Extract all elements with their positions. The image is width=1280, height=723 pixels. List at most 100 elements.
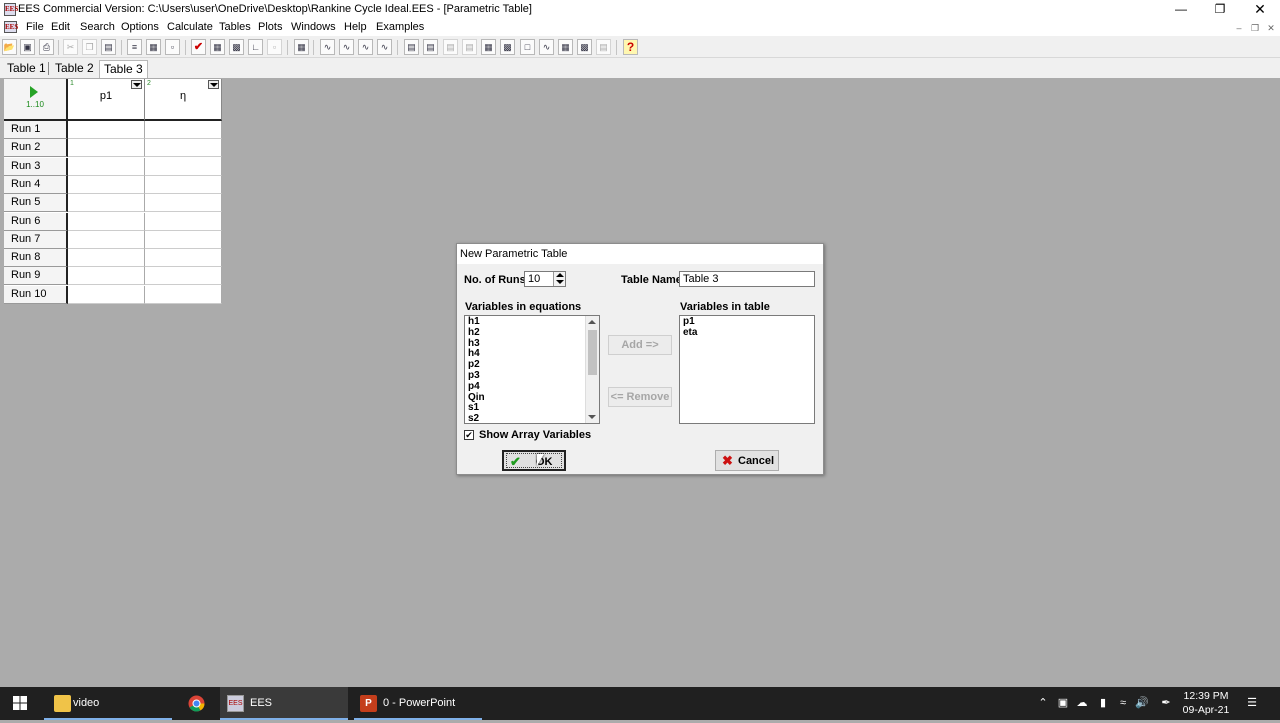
equations-window-icon[interactable]: ≡ [127,39,142,55]
scroll-up-icon[interactable] [588,320,596,324]
table-name-input[interactable]: Table 3 [679,271,815,287]
vars-in-table-list[interactable]: p1 eta [679,315,815,424]
ok-button[interactable]: ✔ OK [502,450,566,471]
plot-window-4-icon[interactable]: ∿ [377,39,392,55]
onedrive-cloud-icon[interactable]: ☁ [1075,696,1089,710]
print-icon[interactable]: ⎙ [39,39,54,55]
min-max-icon[interactable]: ▫ [267,39,282,55]
menu-file[interactable]: File [26,21,44,33]
column-header-eta[interactable]: 2 η [145,79,222,121]
run-row-header[interactable]: Run 8 [4,249,68,268]
wifi-icon[interactable]: ≈ [1116,696,1130,710]
runs-spinner[interactable] [553,272,565,286]
child-restore-button[interactable]: ❐ [1247,21,1263,35]
table-cell[interactable] [68,285,145,304]
run-row-header[interactable]: Run 3 [4,157,68,176]
solution-window-icon[interactable]: ▫ [165,39,180,55]
list-item[interactable]: h4 [465,349,599,360]
cancel-button[interactable]: ✖ Cancel [715,450,779,471]
paste-icon[interactable]: ▤ [101,39,116,55]
taskbar-app-chrome[interactable] [181,687,213,720]
window-4-icon[interactable]: ▤ [462,39,477,55]
menu-search[interactable]: Search [80,21,115,33]
add-button[interactable]: Add => [608,335,672,355]
menu-examples[interactable]: Examples [376,21,424,33]
child-minimize-button[interactable]: – [1231,21,1247,35]
pen-workspace-icon[interactable]: ✒ [1159,696,1173,710]
run-row-header[interactable]: Run 6 [4,212,68,231]
run-row-header[interactable]: Run 5 [4,194,68,213]
plot-window-1-icon[interactable]: ∿ [320,39,335,55]
list-item[interactable]: h2 [465,327,599,339]
table-cell[interactable] [68,175,145,194]
scroll-down-icon[interactable] [588,415,596,419]
table-cell[interactable] [145,267,222,286]
table-cell[interactable] [68,230,145,249]
list-item[interactable]: p1 [680,316,814,328]
parametric-table-icon[interactable]: ▦ [294,39,309,55]
picture-window-icon[interactable]: ▩ [577,39,592,55]
save-icon[interactable]: ▣ [20,39,35,55]
menu-help[interactable]: Help [344,21,367,33]
list-item[interactable]: eta [680,327,814,339]
list-scrollbar[interactable] [585,316,599,423]
taskbar-app-video[interactable]: video [44,687,172,720]
cut-icon[interactable]: ✂ [63,39,78,55]
menu-options[interactable]: Options [121,21,159,33]
table-cell[interactable] [68,249,145,268]
start-button[interactable] [0,687,40,720]
table-cell[interactable] [68,121,145,139]
plot-icon[interactable]: ∟ [248,39,263,55]
vars-in-equations-list[interactable]: h1 h2 h3 h4 p2 p3 p4 Qin s1 s2 [464,315,600,424]
close-button[interactable]: ✕ [1240,0,1280,19]
list-item[interactable]: s1 [465,403,599,414]
table-cell[interactable] [145,157,222,176]
list-item[interactable]: p4 [465,381,599,393]
document-system-menu-icon[interactable]: EES [4,21,18,33]
run-row-header[interactable]: Run 1 [4,121,68,139]
check-equations-icon[interactable]: ✔ [191,39,206,55]
volume-icon[interactable]: 🔊 [1135,696,1149,710]
menu-windows[interactable]: Windows [291,21,336,33]
run-row-header[interactable]: Run 4 [4,175,68,194]
table-cell[interactable] [68,267,145,286]
table-cell[interactable] [145,139,222,158]
list-item[interactable]: p3 [465,370,599,382]
menu-plots[interactable]: Plots [258,21,282,33]
table-cell[interactable] [68,139,145,158]
table-cell[interactable] [145,194,222,213]
remove-button[interactable]: <= Remove [608,387,672,407]
window-1-icon[interactable]: ▤ [404,39,419,55]
column-dropdown-icon[interactable] [131,80,142,89]
list-item[interactable]: s2 [465,413,599,423]
table-cell[interactable] [145,121,222,139]
open-file-icon[interactable]: 📂 [2,39,17,55]
grid-window-icon[interactable]: ▦ [558,39,573,55]
notifications-icon[interactable]: ☰ [1245,696,1259,710]
report-window-icon[interactable]: ▤ [596,39,611,55]
lookup-table-icon[interactable]: ▩ [500,39,515,55]
table-cell[interactable] [68,194,145,213]
run-row-header[interactable]: Run 7 [4,230,68,249]
menu-calculate[interactable]: Calculate [167,21,213,33]
diagram-window-icon[interactable]: □ [520,39,535,55]
taskbar-app-ees[interactable]: EES EES [220,687,348,720]
run-table-corner[interactable]: 1..10 [4,79,68,121]
formatted-equations-icon[interactable]: ▦ [146,39,161,55]
meet-now-icon[interactable]: ▣ [1056,696,1070,710]
run-row-header[interactable]: Run 10 [4,285,68,304]
run-row-header[interactable]: Run 2 [4,139,68,158]
table-cell[interactable] [145,285,222,304]
help-icon[interactable]: ? [623,39,638,55]
list-item[interactable]: p2 [465,359,599,371]
list-item[interactable]: Qin [465,392,599,404]
run-arrow-icon[interactable] [30,86,38,98]
run-row-header[interactable]: Run 9 [4,267,68,286]
child-close-button[interactable]: ✕ [1263,21,1279,35]
table-cell[interactable] [68,157,145,176]
tab-table-1[interactable]: Table 1 [3,60,50,78]
scroll-thumb[interactable] [588,330,597,375]
show-hidden-icons-icon[interactable]: ⌃ [1036,696,1050,710]
battery-icon[interactable]: ▮ [1096,696,1110,710]
calculator-icon[interactable]: ▦ [210,39,225,55]
